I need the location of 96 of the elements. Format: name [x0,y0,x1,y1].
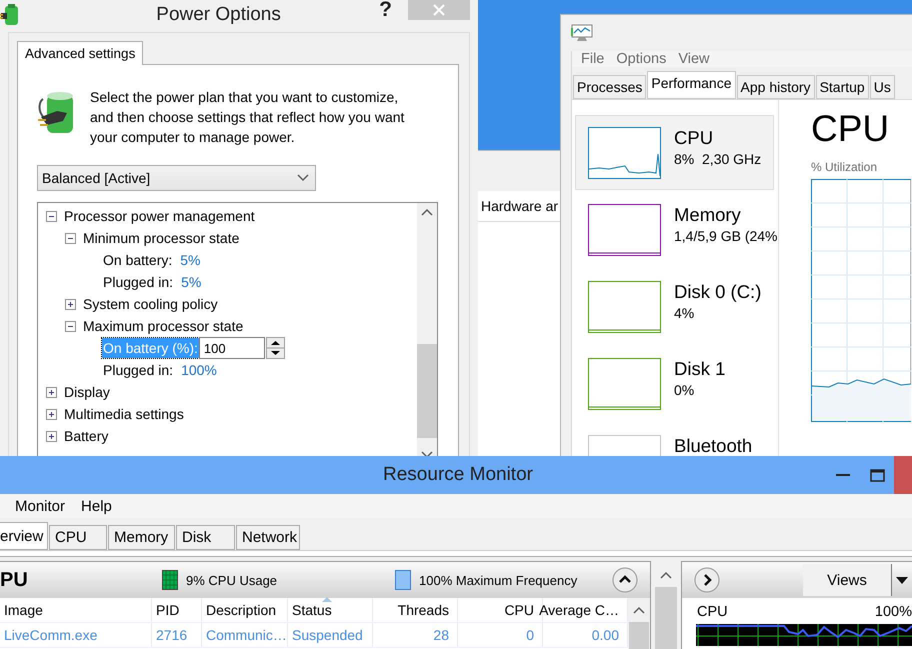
column-header[interactable]: PID [152,598,202,622]
column-header[interactable]: Status [288,598,373,622]
column-header[interactable]: Image [0,598,152,622]
maximize-icon [870,468,884,482]
table-cell: 28 [373,623,458,647]
collapse-button[interactable] [612,567,638,593]
resource-name: Bluetooth [674,435,752,457]
setting-value[interactable]: 5% [181,274,202,290]
tree-item[interactable]: Maximum processor state [83,318,244,334]
tab[interactable]: Memory [108,525,175,550]
tab[interactable]: Performance [647,71,736,99]
tree-item[interactable]: Display [64,384,110,400]
tab[interactable]: erview [0,522,48,550]
menu-item[interactable]: Help [81,498,112,514]
menu-item[interactable]: File [576,51,610,67]
input-field[interactable]: 100 [198,337,265,359]
tab[interactable]: App history [736,75,815,99]
section-title: PU [0,568,29,592]
frequency-icon [395,570,411,590]
resource-name: Memory [674,204,742,226]
setting-label[interactable]: Plugged in: [102,274,174,290]
graph-reading: 100% [874,604,912,620]
expand-icon[interactable] [65,298,76,310]
scroll-up-icon[interactable] [660,571,672,579]
scroll-up-icon[interactable] [421,208,433,216]
table-cell: 2716 [152,623,202,647]
scrollbar-thumb[interactable] [629,622,649,649]
menu-item[interactable]: Options [611,51,672,67]
menu-item[interactable]: View [673,51,715,67]
setting-value[interactable]: 5% [180,252,200,268]
expand-icon[interactable] [46,386,57,398]
tab[interactable]: Us [870,75,895,99]
resource-reading: 8% 2,30 GHz [674,151,762,167]
column-header[interactable]: Description [202,598,288,622]
axis-label: % Utilization [811,160,878,174]
column-header[interactable]: Threads [373,598,458,622]
tree-item[interactable]: System cooling policy [83,296,218,312]
resource-item[interactable]: Bluetooth [575,423,774,457]
table-cell: Communic… [202,623,288,647]
tab[interactable]: Advanced settings [17,41,144,65]
tab[interactable]: Processes [573,75,646,99]
help-button[interactable]: ? [375,0,396,22]
cpu-usage-icon [162,570,178,590]
minimize-icon [836,473,850,477]
window-title: Power Options [155,4,282,26]
close-icon [433,4,445,16]
resource-name: Disk 1 [674,358,726,380]
resource-reading: 0% [674,382,696,398]
scroll-up-icon[interactable] [633,606,645,614]
resource-name: Disk 0 (C:) [674,281,762,303]
table-cell: Suspended [288,623,373,647]
graph-label: CPU [697,604,728,620]
setting-label[interactable]: Plugged in: [102,362,174,378]
plan-dropdown[interactable]: Balanced [Active] [37,165,316,191]
tab[interactable]: Network [236,525,300,550]
resource-name: CPU [674,127,714,149]
expand-icon[interactable] [46,408,57,420]
chart-monitor-icon [571,23,593,43]
resource-reading: 4% [674,305,696,321]
frequency-text: 100% Maximum Frequency [419,572,578,588]
collapse-icon[interactable] [65,232,76,244]
list-item[interactable]: Hardware ar [481,198,558,214]
tab[interactable]: Startup [816,75,869,99]
tree-item[interactable]: Multimedia settings [64,406,184,422]
setting-value[interactable]: 100% [181,362,217,378]
window-title: Resource Monitor [382,464,534,486]
usage-sparkline [589,406,660,408]
tree-item[interactable]: Processor power management [64,208,255,224]
collapse-icon[interactable] [65,320,76,332]
views-button[interactable]: Views [803,564,892,596]
table-cell: 0 [458,623,543,647]
tab[interactable]: CPU [49,525,107,550]
tab[interactable]: Disk [176,525,235,550]
table-cell: LiveComm.exe [0,623,152,647]
collapse-icon[interactable] [46,210,57,222]
scrollbar-thumb[interactable] [417,344,437,438]
expand-icon[interactable] [46,430,57,442]
expand-button[interactable] [694,567,720,593]
setting-label[interactable]: On battery: [102,252,174,268]
tree-item[interactable]: Minimum processor state [83,230,240,246]
description-text: Select the power plan that you want to customize, and then choose settings that reflect how you want your computer to manage power. [90,88,406,147]
spinner-icon[interactable] [266,337,285,359]
section-title: CPU [811,108,890,150]
usage-sparkline [589,153,660,177]
resource-item[interactable]: CPU 8% 2,30 GHz [575,115,774,190]
cpu-usage-text: 9% CPU Usage [186,572,278,588]
dropdown-arrow-icon[interactable] [896,576,908,584]
tree-item[interactable]: Battery [64,428,108,444]
usage-sparkline [589,252,660,254]
resource-item[interactable]: Disk 1 0% [575,346,774,421]
chevron-down-icon[interactable] [297,174,309,182]
usage-sparkline [589,329,660,331]
chevron-up-icon [612,567,638,593]
resource-item[interactable]: Disk 0 (C:) 4% [575,269,774,344]
menu-item[interactable]: Monitor [15,498,66,514]
resource-reading: 1,4/5,9 GB (24% [674,228,778,244]
